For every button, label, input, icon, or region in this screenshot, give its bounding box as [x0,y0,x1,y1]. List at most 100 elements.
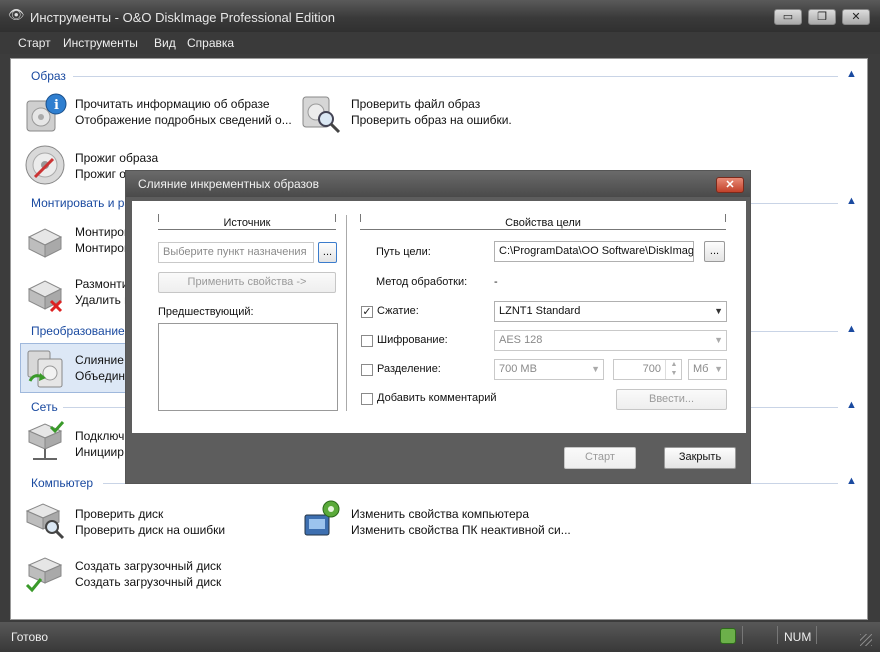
group-bracket [725,214,726,222]
section-title-image: Образ [31,69,66,83]
split-unit-select[interactable]: Мб ▼ [688,359,727,380]
dropdown-arrow-icon: ▼ [714,364,723,374]
task-description: Монтиров [75,241,131,255]
task-description: Создать загрузочный диск [75,575,222,589]
task-title: Проверить файл образ [351,97,481,111]
section-divider [73,76,838,77]
restore-button[interactable]: ❐ [808,9,836,25]
svg-text:i: i [54,98,59,113]
status-separator [777,626,778,644]
previous-label: Предшествующий: [158,306,254,318]
app-eye-icon: 👁 [8,7,25,22]
encryption-label: Шифрование: [377,334,448,346]
task-create-boot-disk[interactable]: Создать загрузочный диск Создать загрузо… [23,549,273,597]
computer-settings-icon [304,500,340,536]
dialog-footer: Старт Закрыть [132,433,746,477]
compression-checkbox[interactable]: ✓ [361,306,373,318]
dropdown-arrow-icon: ▼ [591,364,600,374]
encryption-select[interactable]: AES 128 ▼ [494,330,727,351]
task-network-connect[interactable]: Подключ Инициир [23,417,133,467]
task-mount-image[interactable]: Монтиров Монтиров [23,215,133,263]
section-title-mount: Монтировать и ра [31,196,132,210]
split-preset-value: 700 MB [499,363,537,375]
target-path-label: Путь цели: [376,246,431,258]
dialog-body: Источник Выберите пункт назначения ... П… [132,201,746,433]
menu-start[interactable]: Старт [18,36,51,50]
menu-bar: Старт Инструменты Вид Справка [0,32,880,54]
task-title: Прожиг образа [75,151,159,165]
encryption-checkbox[interactable] [361,335,373,347]
task-title: Подключ [75,429,125,443]
close-window-button[interactable]: ✕ [842,9,870,25]
status-separator [816,626,817,644]
task-description: Проверить образ на ошибки. [351,113,512,127]
resize-grip-icon[interactable] [860,634,872,646]
method-label: Метод обработки: [376,276,468,288]
compression-label: Сжатие: [377,305,419,317]
status-tray-icon[interactable] [720,628,736,644]
status-text: Готово [11,630,49,644]
start-button[interactable]: Старт [564,447,636,469]
menu-view[interactable]: Вид [154,36,176,50]
collapse-chevron-icon[interactable]: ▲ [846,323,857,335]
comment-checkbox[interactable] [361,393,373,405]
target-path-input[interactable]: C:\ProgramData\OO Software\DiskImag [494,241,694,262]
task-description: Инициир [75,445,124,459]
merge-images-icon [27,350,63,388]
task-description: Отображение подробных сведений о... [75,113,292,127]
split-size-spinner-icon[interactable]: ▲ ▼ [665,360,682,379]
split-preset-select[interactable]: 700 MB ▼ [494,359,604,380]
collapse-chevron-icon[interactable]: ▲ [846,68,857,80]
split-checkbox[interactable] [361,364,373,376]
destination-browse-button[interactable]: ... [318,242,337,263]
collapse-chevron-icon[interactable]: ▲ [846,475,857,487]
group-bracket [335,214,336,222]
disc-info-icon: i [26,93,67,132]
task-title: Проверить диск [75,507,164,521]
task-read-image-info[interactable]: i Прочитать информацию об образе Отображ… [23,89,303,137]
section-divider [751,203,838,204]
dialog-divider [346,215,347,411]
drive-unmount-icon [27,280,63,313]
task-description: Прожиг о [75,167,126,181]
collapse-chevron-icon[interactable]: ▲ [846,399,857,411]
apply-properties-button[interactable]: Применить свойства -> [158,272,336,293]
network-drive-icon [27,421,65,460]
task-merge-images[interactable]: Слияние и Объедини [20,343,135,393]
previous-images-list[interactable] [158,323,338,411]
dialog-title: Слияние инкрементных образов [138,177,319,191]
task-title: Прочитать информацию об образе [75,97,270,111]
close-button[interactable]: Закрыть [664,447,736,469]
status-separator [742,626,743,644]
target-path-browse-button[interactable]: ... [704,241,725,262]
task-description: Проверить диск на ошибки [75,523,226,537]
task-verify-image[interactable]: Проверить файл образ Проверить образ на … [299,89,559,137]
drive-mount-icon [27,228,63,258]
encryption-value: AES 128 [499,334,543,346]
dialog-close-button[interactable]: ✕ [716,177,744,193]
group-bracket [360,214,361,222]
menu-help[interactable]: Справка [187,36,234,50]
boot-disk-icon [25,557,63,593]
section-title-computer: Компьютер [31,476,94,490]
window-title: Инструменты - O&O DiskImage Professional… [30,10,336,25]
title-bar[interactable]: 👁 Инструменты - O&O DiskImage Profession… [0,0,880,32]
task-change-computer-properties[interactable]: Изменить свойства компьютера Изменить св… [299,495,589,543]
dropdown-arrow-icon: ▼ [714,306,723,316]
destination-input[interactable]: Выберите пункт назначения [158,242,314,263]
menu-tools[interactable]: Инструменты [63,36,138,50]
task-description: Удалить п [75,293,131,307]
status-bar: Готово NUM [0,622,880,652]
dialog-title-bar[interactable]: Слияние инкрементных образов ✕ [126,171,750,197]
collapse-chevron-icon[interactable]: ▲ [846,195,857,207]
enter-comment-button[interactable]: Ввести... [616,389,727,410]
disc-burn-icon [25,145,65,185]
compression-value: LZNT1 Standard [499,305,581,317]
task-unmount-image[interactable]: Размонтир Удалить п [23,267,135,315]
compression-select[interactable]: LZNT1 Standard ▼ [494,301,727,322]
minimize-button[interactable]: ▭ [774,9,802,25]
group-bracket [158,214,159,222]
num-lock-indicator: NUM [784,630,812,644]
task-check-disk[interactable]: Проверить диск Проверить диск на ошибки [23,495,273,543]
section-title-network: Сеть [31,400,58,414]
